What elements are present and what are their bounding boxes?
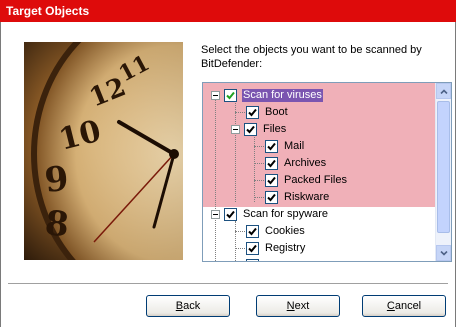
collapse-icon[interactable]	[231, 125, 240, 134]
tree-line	[235, 248, 245, 249]
checkbox-checked[interactable]	[224, 208, 237, 221]
tree-line	[254, 163, 264, 164]
cancel-button[interactable]: Cancel	[362, 295, 446, 317]
tree-scrollbar[interactable]	[435, 83, 451, 261]
scroll-up-button[interactable]	[436, 83, 451, 99]
tree-item-label: Packed Files	[284, 174, 347, 186]
collapse-icon[interactable]	[211, 91, 220, 100]
checkbox-checked[interactable]	[246, 242, 259, 255]
tree-line	[254, 131, 255, 202]
checkbox-partial[interactable]	[246, 259, 259, 261]
collapse-icon[interactable]	[211, 210, 220, 219]
window-title: Target Objects	[0, 0, 456, 22]
tree-item-scan-for-viruses[interactable]: Scan for viruses	[211, 87, 323, 104]
chevron-down-icon	[439, 250, 448, 256]
back-button[interactable]: Back	[146, 295, 230, 317]
tree-item-registry[interactable]: Registry	[246, 240, 306, 257]
chevron-up-icon	[439, 88, 448, 94]
tree-line	[254, 197, 264, 198]
tree-item-label: Registry	[265, 242, 306, 254]
intro-text: Select the objects you want to be scanne…	[201, 44, 422, 70]
separator-highlight	[8, 284, 448, 285]
next-mnemonic: N	[286, 300, 295, 312]
tree-line	[254, 180, 264, 181]
next-button[interactable]: Next	[256, 295, 340, 317]
tree-item-scan-for-spyware[interactable]: Scan for spyware	[211, 206, 329, 223]
checkbox-checked[interactable]	[244, 123, 257, 136]
tree-item-archives[interactable]: Archives	[265, 155, 327, 172]
tree-item-label: Cookies	[265, 225, 305, 237]
tree-item-partial	[246, 257, 264, 261]
tree-item-label: Riskware	[284, 191, 330, 203]
tree-item-label: Files	[263, 123, 287, 135]
tree-line	[254, 146, 264, 147]
cancel-mnemonic: C	[386, 300, 395, 312]
tree-line	[235, 112, 245, 113]
checkbox-checked[interactable]	[265, 140, 278, 153]
window-border-left	[0, 22, 1, 327]
checkbox-checked[interactable]	[265, 191, 278, 204]
tree-item-packed-files[interactable]: Packed Files	[265, 172, 348, 189]
clock-image: 12 10 9 8 11	[24, 42, 183, 260]
tree-item-label: Archives	[284, 157, 327, 169]
tree-item-label: Boot	[265, 106, 288, 118]
back-mnemonic: B	[175, 300, 184, 312]
checkbox-checked[interactable]	[246, 225, 259, 238]
checkbox-checked[interactable]	[224, 89, 237, 102]
checkbox-checked[interactable]	[265, 157, 278, 170]
svg-text:8: 8	[43, 203, 71, 245]
checkbox-checked[interactable]	[246, 106, 259, 119]
tree-line	[215, 97, 216, 261]
tree-item-label: Scan for viruses	[242, 89, 323, 102]
svg-text:9: 9	[43, 159, 71, 201]
checkbox-checked[interactable]	[265, 174, 278, 187]
tree-item-mail[interactable]: Mail	[265, 138, 305, 155]
tree-item-label: Mail	[284, 140, 305, 152]
tree-line	[235, 221, 236, 261]
cancel-label: ancel	[394, 300, 422, 312]
tree-item-files[interactable]: Files	[231, 121, 287, 138]
scroll-down-button[interactable]	[436, 245, 451, 261]
back-label: ack	[183, 300, 201, 312]
tree-line	[235, 231, 245, 232]
tree-item-label: Scan for spyware	[243, 208, 328, 220]
scan-options-tree[interactable]: Scan for viruses Boot Files Mail Archive…	[202, 82, 452, 262]
scroll-thumb[interactable]	[437, 101, 450, 233]
tree-item-cookies[interactable]: Cookies	[246, 223, 306, 240]
tree-item-boot[interactable]: Boot	[246, 104, 289, 121]
next-label: ext	[294, 300, 310, 312]
tree-item-riskware[interactable]: Riskware	[265, 189, 330, 206]
tree-content: Scan for viruses Boot Files Mail Archive…	[203, 83, 435, 261]
